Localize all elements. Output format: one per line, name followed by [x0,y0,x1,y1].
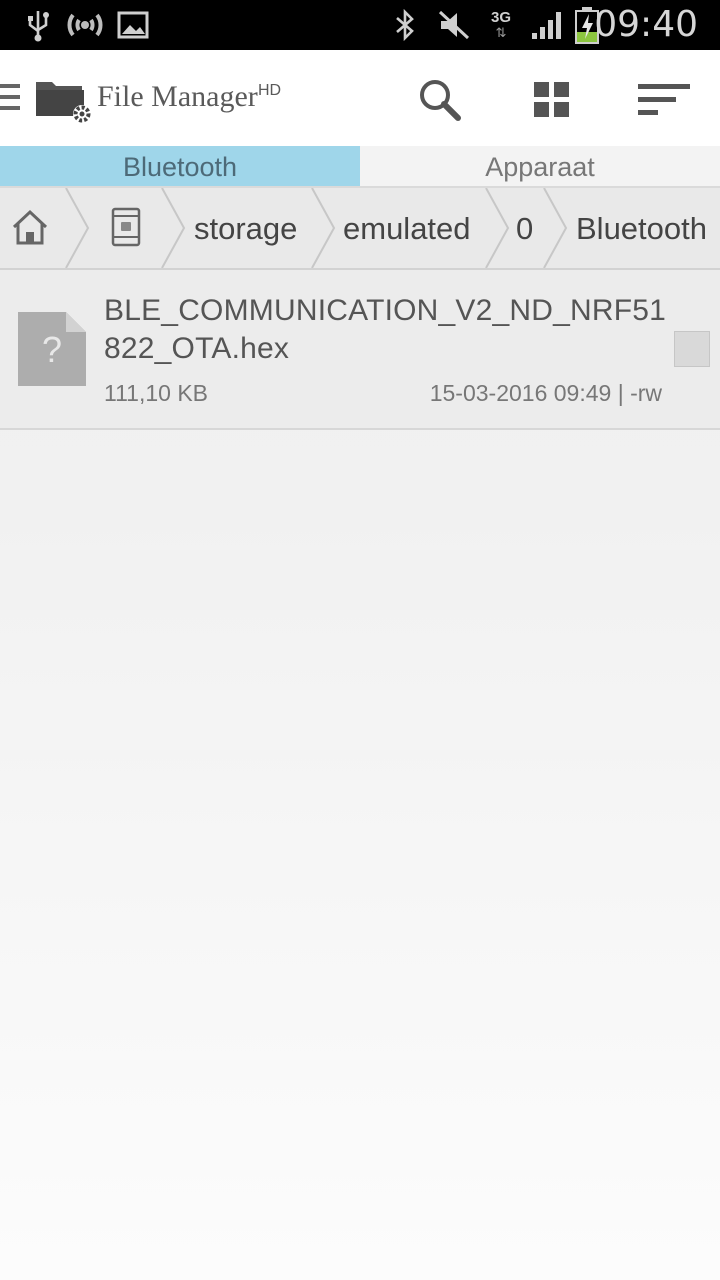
file-list-item[interactable]: ? BLE_COMMUNICATION_V2_ND_NRF51822_OTA.h… [0,270,720,430]
network-type-label: 3G [490,9,511,26]
sort-button[interactable] [636,72,692,128]
cell-signal-icon [528,0,566,50]
breadcrumb-home[interactable] [10,206,50,253]
network-3g-icon: 3G ⇅ [490,9,511,40]
tab-apparaat[interactable]: Apparaat [360,146,720,186]
file-name: BLE_COMMUNICATION_V2_ND_NRF51822_OTA.hex [104,294,667,365]
status-bar: 3G ⇅ 09:40 [0,0,720,50]
file-select-checkbox[interactable] [674,331,710,367]
breadcrumb: storage emulated 0 Bluetooth [0,186,720,270]
grid-view-button[interactable] [524,72,580,128]
bluetooth-icon [392,0,418,50]
unknown-file-icon: ? [16,310,88,393]
svg-text:?: ? [42,329,62,370]
grid-view-icon [534,82,569,117]
app-title-badge: HD [258,82,282,99]
search-button[interactable] [412,72,468,128]
breadcrumb-item-emulated[interactable]: emulated [343,188,471,268]
drawer-toggle-icon[interactable] [0,84,22,114]
location-tabs: Bluetooth Apparaat [0,146,720,186]
sort-icon [638,84,690,115]
app-title: File Manager [97,80,258,113]
home-icon [12,209,48,245]
breadcrumb-item-storage[interactable]: storage [194,188,297,268]
usb-icon [22,0,54,50]
mute-icon [436,0,472,50]
image-notification-icon [116,0,150,50]
search-icon [420,80,461,121]
action-bar: File Manager HD [0,50,720,146]
clock: 09:40 [594,4,698,45]
wifi-signal-icon [66,0,104,50]
breadcrumb-item-bluetooth[interactable]: Bluetooth [576,188,707,268]
breadcrumb-item-0[interactable]: 0 [516,188,533,268]
tab-bluetooth[interactable]: Bluetooth [0,146,360,186]
file-date-permissions: 15-03-2016 09:49 | -rw [429,380,662,406]
app-logo-icon [34,74,96,126]
phone-storage-icon [111,207,141,247]
breadcrumb-device[interactable] [108,206,144,253]
file-size: 111,10 KB [104,380,209,406]
